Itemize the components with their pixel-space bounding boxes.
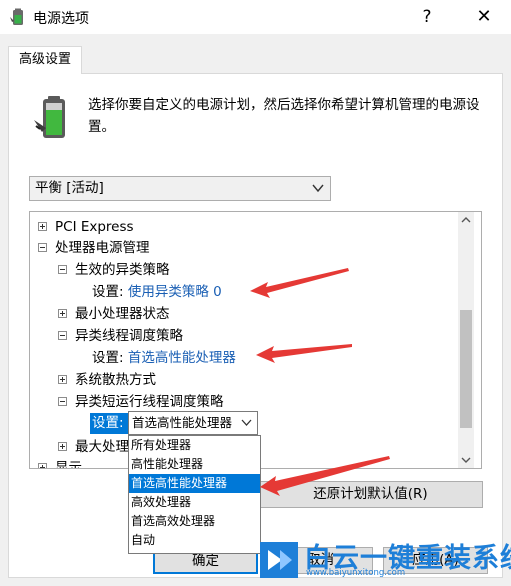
power-plan-select[interactable]: 平衡 [活动] <box>29 176 331 201</box>
tree-item-label: 生效的异类策略 <box>75 262 170 278</box>
scroll-up-icon[interactable] <box>458 212 474 229</box>
watermark: 白云一键重装系统 www.baiyunxitong.com <box>258 538 511 584</box>
close-button[interactable]: ✕ <box>466 3 502 31</box>
option-efficient-processors[interactable]: 高效处理器 <box>129 493 260 512</box>
expand-icon[interactable] <box>58 375 67 384</box>
setting-select-value: 首选高性能处理器 <box>132 415 233 430</box>
option-prefer-efficient-processors[interactable]: 首选高效处理器 <box>129 512 260 531</box>
expand-icon[interactable] <box>38 463 47 468</box>
tree-item-min-processor-state[interactable]: 最小处理器状态 <box>58 303 170 325</box>
watermark-url: www.baiyunxitong.com <box>306 568 406 578</box>
setting-value-select[interactable]: 首选高性能处理器 <box>128 411 258 435</box>
tree-item-label: 最小处理器状态 <box>75 306 170 322</box>
watermark-logo-icon <box>260 542 298 578</box>
tree-item-label: 显示 <box>55 460 82 469</box>
expand-icon[interactable] <box>38 222 47 231</box>
tree-item-label: 处理器电源管理 <box>55 240 150 256</box>
power-options-icon <box>10 8 23 25</box>
battery-plan-icon <box>34 96 65 138</box>
tree-setting-row[interactable]: 设置: 使用异类策略 0 <box>92 281 222 303</box>
scroll-down-icon[interactable] <box>458 451 474 468</box>
setting-prefix: 设置: <box>92 350 124 366</box>
collapse-icon[interactable] <box>58 265 67 274</box>
collapse-icon[interactable] <box>58 397 67 406</box>
window-title: 电源选项 <box>33 11 89 27</box>
collapse-icon[interactable] <box>38 243 47 252</box>
chevron-down-icon <box>312 184 324 193</box>
tree-setting-row[interactable]: 设置: 首选高性能处理器 <box>92 347 236 369</box>
option-all-processors[interactable]: 所有处理器 <box>129 436 260 455</box>
tree-item-pci-express[interactable]: PCI Express <box>38 216 134 238</box>
scroll-thumb[interactable] <box>460 310 472 428</box>
expand-icon[interactable] <box>58 309 67 318</box>
tree-item-label: PCI Express <box>55 219 134 235</box>
chevron-down-icon <box>241 419 252 426</box>
description-text: 选择你要自定义的电源计划，然后选择你希望计算机管理的电源设置。 <box>88 97 480 135</box>
setting-prefix: 设置: <box>92 284 124 300</box>
setting-options-dropdown[interactable]: 所有处理器 高性能处理器 首选高性能处理器 高效处理器 首选高效处理器 自动 <box>128 435 261 554</box>
tree-item-thread-scheduling[interactable]: 异类线程调度策略 <box>58 325 183 347</box>
setting-value-link[interactable]: 首选高性能处理器 <box>128 350 236 366</box>
title-bar: 电源选项 ? ✕ <box>0 0 511 34</box>
option-automatic[interactable]: 自动 <box>129 531 260 550</box>
expand-icon[interactable] <box>58 442 67 451</box>
tree-item-display[interactable]: 显示 <box>38 457 82 469</box>
tree-item-label: 异类短运行线程调度策略 <box>75 394 224 410</box>
power-plan-value: 平衡 [活动] <box>35 180 104 196</box>
tree-item-processor-power[interactable]: 处理器电源管理 <box>38 237 150 259</box>
collapse-icon[interactable] <box>58 331 67 340</box>
tree-item-short-thread-scheduling[interactable]: 异类短运行线程调度策略 <box>58 391 224 413</box>
setting-label-selected: 设置: <box>90 413 129 434</box>
tree-item-label: 系统散热方式 <box>75 372 156 388</box>
tree-item-heterogeneous-policy[interactable]: 生效的异类策略 <box>58 259 170 281</box>
help-button[interactable]: ? <box>412 3 442 31</box>
setting-value-link[interactable]: 使用异类策略 0 <box>128 284 222 300</box>
tree-scrollbar[interactable] <box>458 212 474 468</box>
restore-defaults-button[interactable]: 还原计划默认值(R) <box>258 481 483 508</box>
tree-item-cooling-policy[interactable]: 系统散热方式 <box>58 369 156 391</box>
tree-item-label: 异类线程调度策略 <box>75 328 183 344</box>
option-performant-processors[interactable]: 高性能处理器 <box>129 455 260 474</box>
tab-advanced-settings[interactable]: 高级设置 <box>8 46 82 74</box>
option-prefer-performant-processors[interactable]: 首选高性能处理器 <box>129 474 260 493</box>
